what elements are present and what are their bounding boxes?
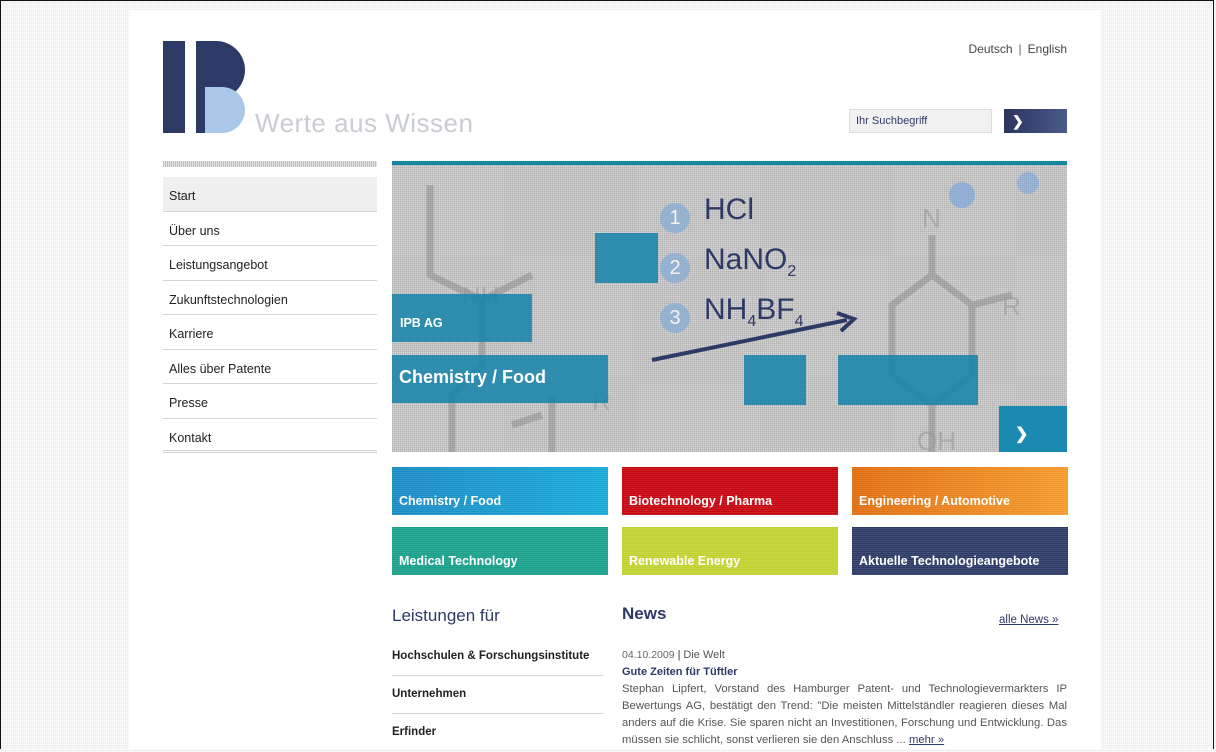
tile-technologieangebote[interactable]: Aktuelle Technologieangebote [852, 527, 1068, 575]
lang-deutsch-link[interactable]: Deutsch [968, 42, 1012, 56]
nav-item-zukunftstechnologien[interactable]: Zukunftstechnologien [163, 281, 377, 315]
hero-banner[interactable]: NH R N R OH 1 2 3 HCl NaNO2 NH4BF4 IPB A… [392, 165, 1067, 452]
news-date: 04.10.2009 [622, 649, 675, 661]
tile-medical-technology[interactable]: Medical Technology [392, 527, 608, 575]
news-meta: 04.10.2009 | Die Welt [622, 649, 725, 661]
formula-nh4bf4: NH4BF4 [704, 293, 804, 331]
step-number-3: 3 [660, 303, 690, 333]
step-number-2: 2 [660, 253, 690, 283]
lang-separator: | [1018, 42, 1022, 56]
leistungen-item-unternehmen[interactable]: Unternehmen [392, 676, 604, 714]
hero-label-box-small: IPB AG [392, 294, 532, 342]
ipb-logo[interactable] [163, 41, 249, 133]
formula-nano-base: NaNO [704, 243, 788, 276]
nav-item-patente[interactable]: Alles über Patente [163, 350, 377, 384]
nav-top-divider [163, 161, 377, 167]
logo-b-bowl [205, 87, 245, 133]
page-container: Werte aus Wissen Deutsch | English Ihr Suc… [129, 10, 1101, 749]
hero-accent-block [744, 355, 806, 405]
hero-next-button[interactable]: ❯ [999, 406, 1067, 452]
nav-item-kontakt[interactable]: Kontakt [163, 419, 377, 453]
slogan: Werte aus Wissen [255, 108, 474, 138]
hero-label-box-large: Chemistry / Food [392, 355, 608, 403]
svg-text:R: R [1002, 291, 1021, 321]
step-number-1: 1 [660, 203, 690, 233]
news-body-text: Stephan Lipfert, Vorstand des Hamburger … [622, 683, 1067, 746]
tile-chemistry-food[interactable]: Chemistry / Food [392, 467, 608, 515]
chevron-right-icon: ❯ [1015, 426, 1029, 443]
hero-accent-block [595, 233, 658, 283]
news-source: Die Welt [683, 649, 725, 661]
hero-label-chemistry-food: Chemistry / Food [399, 367, 547, 387]
news-more-link[interactable]: mehr » [909, 734, 944, 746]
tile-engineering-automotive[interactable]: Engineering / Automotive [852, 467, 1068, 515]
language-switcher: Deutsch | English [968, 42, 1067, 56]
chevron-right-icon: ❯ [1012, 113, 1024, 129]
leistungen-list: Hochschulen & Forschungsinstitute Untern… [392, 638, 604, 752]
lang-english-link[interactable]: English [1028, 42, 1067, 56]
main-nav: Start Über uns Leistungsangebot Zukunfts… [163, 177, 377, 453]
formula-hcl: HCl [704, 193, 754, 226]
tile-biotechnology-pharma[interactable]: Biotechnology / Pharma [622, 467, 838, 515]
hero-accent-block [838, 355, 978, 405]
tile-renewable-energy[interactable]: Renewable Energy [622, 527, 838, 575]
hero-label-ipb-ag: IPB AG [400, 316, 443, 330]
logo-letter-i [163, 41, 185, 133]
news-meta-separator: | [677, 649, 681, 661]
all-news-link[interactable]: alle News » [999, 614, 1058, 626]
nav-item-presse[interactable]: Presse [163, 384, 377, 419]
svg-text:OH: OH [917, 426, 956, 452]
leistungen-item-erfinder[interactable]: Erfinder [392, 714, 604, 752]
svg-text:N: N [922, 203, 941, 233]
nav-item-karriere[interactable]: Karriere [163, 315, 377, 350]
nav-item-leistungsangebot[interactable]: Leistungsangebot [163, 246, 377, 281]
search-button[interactable]: ❯ [1004, 109, 1067, 133]
news-title: News [622, 604, 667, 623]
search-input[interactable]: Ihr Suchbegriff [849, 109, 992, 133]
formula-bf-base: BF [756, 293, 795, 326]
formula-nano-sub: 2 [787, 263, 797, 280]
news-headline[interactable]: Gute Zeiten für Tüftler [622, 666, 738, 678]
leistungen-title: Leistungen für [392, 606, 500, 625]
formula-nh-sub: 4 [747, 313, 757, 330]
formula-bf-sub: 4 [794, 313, 804, 330]
news-body: Stephan Lipfert, Vorstand des Hamburger … [622, 681, 1067, 749]
nav-item-ueber-uns[interactable]: Über uns [163, 212, 377, 246]
formula-nano: NaNO2 [704, 243, 796, 281]
leistungen-item-hochschulen[interactable]: Hochschulen & Forschungsinstitute [392, 638, 604, 676]
nav-item-start[interactable]: Start [163, 177, 377, 212]
formula-nh-base: NH [704, 293, 748, 326]
